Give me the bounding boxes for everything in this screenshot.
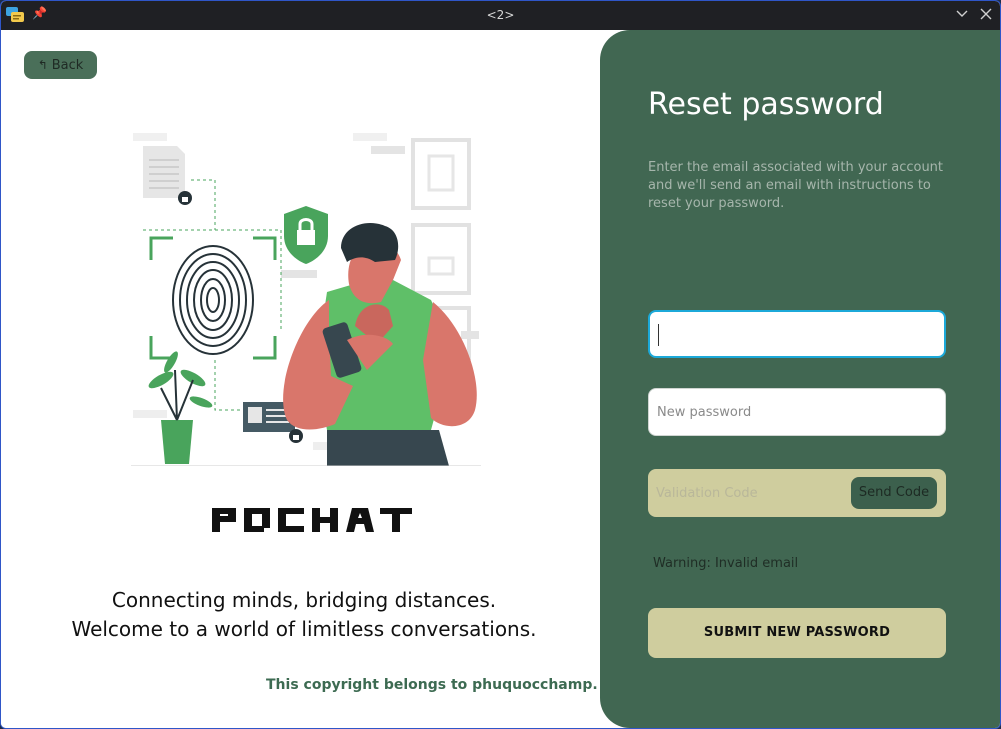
instructions-text: Enter the email associated with your acc…: [648, 160, 944, 211]
text-caret: [658, 324, 659, 346]
chevron-down-icon[interactable]: [954, 7, 970, 23]
validation-code-field: Send Code: [648, 469, 946, 517]
page-title: Reset password: [648, 87, 884, 122]
welcome-panel: ↰ Back Connecting minds, bridging distan…: [1, 30, 601, 728]
validation-code-input[interactable]: [648, 469, 864, 517]
send-code-button[interactable]: Send Code: [851, 477, 937, 509]
tagline-line-2: Welcome to a world of limitless conversa…: [71, 617, 537, 641]
app-window: 📌 <2> ↰ Back Connecting minds, bridging …: [0, 0, 1001, 729]
email-input[interactable]: [650, 312, 944, 356]
back-button[interactable]: ↰ Back: [24, 51, 97, 79]
pqchat-logo: [212, 508, 412, 532]
email-field[interactable]: [648, 310, 946, 358]
submit-new-password-button[interactable]: SUBMIT NEW PASSWORD: [648, 608, 946, 658]
back-arrow-icon: ↰: [37, 58, 48, 72]
title-bar: 📌 <2>: [1, 1, 1000, 30]
security-illustration: [131, 133, 481, 466]
warning-message: Warning: Invalid email: [653, 556, 799, 571]
tagline-line-1: Connecting minds, bridging distances.: [111, 588, 497, 612]
copyright-text: This copyright belongs to phuquocchamp.: [266, 677, 598, 693]
window-title: <2>: [486, 8, 515, 22]
new-password-input[interactable]: [649, 389, 945, 435]
back-label: Back: [51, 58, 84, 73]
new-password-field[interactable]: [648, 388, 946, 436]
reset-password-panel: Reset password Enter the email associate…: [600, 30, 1000, 728]
close-icon[interactable]: [978, 7, 994, 23]
